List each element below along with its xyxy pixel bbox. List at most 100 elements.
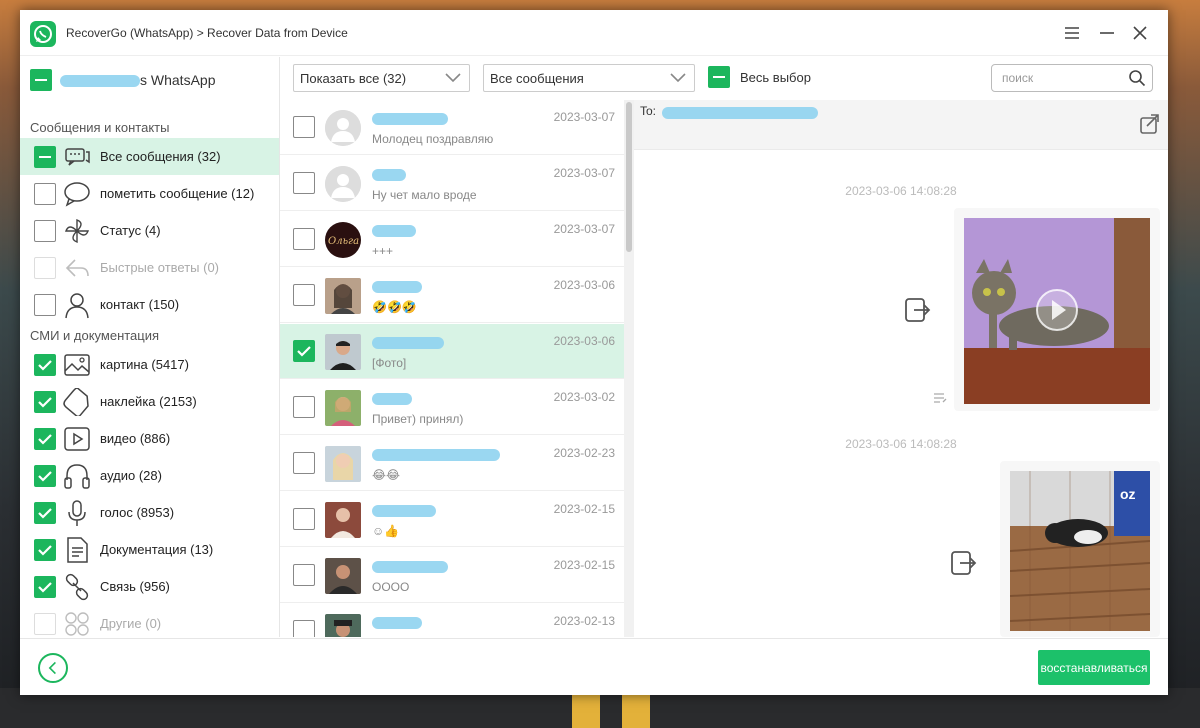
select-all-label: Весь выбор [740, 69, 811, 85]
chat-name [372, 502, 436, 517]
person-icon [62, 290, 92, 320]
avatar [325, 334, 361, 370]
category-item[interactable]: Документация (13) [20, 531, 279, 568]
chat-row[interactable]: 2023-02-23 😂😂 [280, 436, 624, 491]
chat-row[interactable]: 2023-03-02 Привет) принял) [280, 380, 624, 435]
category-checkbox[interactable] [34, 427, 56, 450]
chat-preview: 🤣🤣🤣 [372, 300, 417, 314]
category-checkbox[interactable] [34, 501, 56, 524]
title-bar: RecoverGo (WhatsApp) > Recover Data from… [20, 10, 1168, 56]
category-item[interactable]: видео (886) [20, 420, 279, 457]
image-message[interactable]: oz [1000, 461, 1160, 637]
category-checkbox[interactable] [34, 575, 56, 598]
chat-name [372, 614, 422, 629]
chat-icon [62, 142, 92, 172]
category-item[interactable]: голос (8953) [20, 494, 279, 531]
category-item[interactable]: контакт (150) [20, 286, 279, 323]
category-checkbox[interactable] [34, 182, 56, 205]
chat-preview: [Фото] [372, 356, 407, 370]
select-all-checkbox[interactable] [708, 66, 730, 88]
chat-name [372, 278, 422, 293]
chat-checkbox[interactable] [293, 620, 315, 637]
category-checkbox [34, 612, 56, 635]
recover-button[interactable]: восстанавливаться [1038, 650, 1150, 685]
close-icon[interactable] [1130, 23, 1150, 43]
search-input[interactable] [1002, 66, 1122, 90]
redacted-name [372, 168, 406, 181]
account-row[interactable]: s WhatsApp [30, 69, 215, 91]
chat-checkbox[interactable] [293, 228, 315, 250]
chat-row[interactable]: 2023-03-06 [Фото] [280, 324, 624, 379]
chevron-down-icon [445, 73, 461, 83]
category-checkbox[interactable] [34, 219, 56, 242]
category-checkbox[interactable] [34, 538, 56, 561]
category-item[interactable]: Статус (4) [20, 212, 279, 249]
chat-row[interactable]: Ольга 2023-03-07 +++ [280, 212, 624, 267]
category-item[interactable]: картина (5417) [20, 346, 279, 383]
search-icon[interactable] [1128, 69, 1146, 87]
account-checkbox[interactable] [30, 69, 52, 91]
chat-name [372, 390, 412, 405]
show-filter-dropdown[interactable]: Показать все (32) [293, 64, 470, 92]
category-item[interactable]: аудио (28) [20, 457, 279, 494]
redacted-name [372, 616, 422, 629]
chat-list: 2023-03-07 Молодец поздравляю 2023-03-07 Ну… [280, 100, 625, 637]
chat-row[interactable]: 2023-02-13 😂😂😂😂😂😂 [280, 604, 624, 637]
forward-icon[interactable] [902, 295, 932, 325]
avatar: Ольга [325, 222, 361, 258]
redacted-recipient [662, 107, 818, 119]
chat-preview: Привет) принял) [372, 412, 464, 426]
back-button[interactable] [38, 653, 68, 683]
forward-icon[interactable] [948, 548, 978, 578]
category-label: контакт (150) [100, 297, 180, 312]
chat-checkbox[interactable] [293, 116, 315, 138]
details-icon[interactable] [932, 390, 948, 406]
chat-checkbox[interactable] [293, 172, 315, 194]
category-item[interactable]: наклейка (2153) [20, 383, 279, 420]
video-message[interactable] [954, 208, 1160, 411]
chat-name [372, 166, 406, 181]
export-icon[interactable] [1138, 112, 1162, 136]
chat-date: 2023-02-23 [553, 446, 615, 460]
message-timestamp: 2023-03-06 14:08:28 [845, 437, 957, 451]
chat-checkbox[interactable] [293, 508, 315, 530]
chat-checkbox[interactable] [293, 396, 315, 418]
chat-date: 2023-03-07 [553, 222, 615, 236]
chat-preview: 😂😂 [372, 468, 401, 482]
category-checkbox[interactable] [34, 390, 56, 413]
chat-row[interactable]: 2023-03-07 Молодец поздравляю [280, 100, 624, 155]
app-window: RecoverGo (WhatsApp) > Recover Data from… [20, 10, 1168, 695]
category-item[interactable]: Связь (956) [20, 568, 279, 605]
menu-icon[interactable] [1062, 23, 1082, 43]
cat-video-thumbnail[interactable] [964, 218, 1150, 404]
category-label: Связь (956) [100, 579, 170, 594]
category-checkbox[interactable] [34, 353, 56, 376]
category-checkbox[interactable] [34, 293, 56, 316]
chat-checkbox[interactable] [293, 452, 315, 474]
cat-photo-thumbnail[interactable]: oz [1010, 471, 1150, 631]
category-checkbox[interactable] [34, 145, 56, 168]
chat-checkbox[interactable] [293, 340, 315, 362]
category-label: картина (5417) [100, 357, 189, 372]
chat-row[interactable]: 2023-03-07 Ну чет мало вроде [280, 156, 624, 211]
search-box[interactable] [991, 64, 1153, 92]
category-item[interactable]: пометить сообщение (12) [20, 175, 279, 212]
category-item[interactable]: Все сообщения (32) [20, 138, 279, 175]
chat-row[interactable]: 2023-03-06 🤣🤣🤣 [280, 268, 624, 323]
chat-checkbox[interactable] [293, 284, 315, 306]
headphones-icon [62, 461, 92, 491]
chat-list-scrollbar[interactable] [624, 100, 634, 637]
chat-checkbox[interactable] [293, 564, 315, 586]
chat-row[interactable]: 2023-02-15 OOOO [280, 548, 624, 603]
select-all-toggle[interactable]: Весь выбор [708, 66, 811, 88]
chat-row[interactable]: 2023-02-15 ☺👍 [280, 492, 624, 547]
document-icon [62, 535, 92, 565]
scrollbar-thumb[interactable] [626, 102, 632, 252]
message-filter-dropdown[interactable]: Все сообщения [483, 64, 695, 92]
media-section-title: СМИ и документация [30, 328, 160, 343]
chat-date: 2023-02-15 [553, 558, 615, 572]
category-checkbox[interactable] [34, 464, 56, 487]
chat-name [372, 558, 448, 573]
minimize-icon[interactable] [1097, 23, 1117, 43]
show-filter-value: Показать все (32) [300, 71, 407, 86]
